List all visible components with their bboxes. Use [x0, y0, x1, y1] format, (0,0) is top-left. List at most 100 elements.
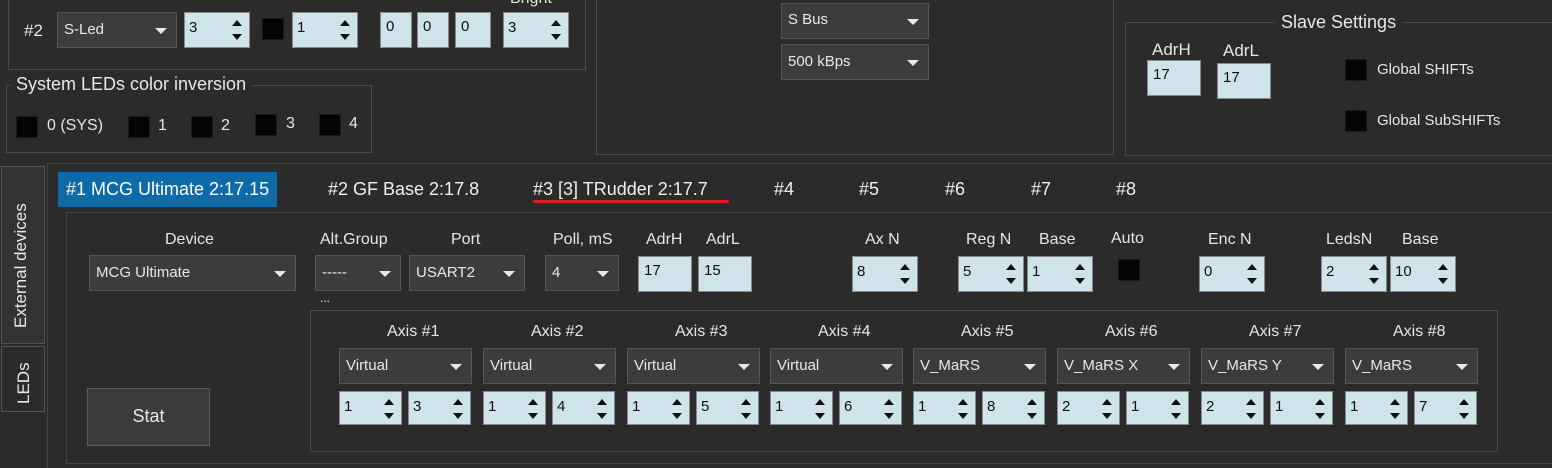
bus-speed-value: 500 kBps	[788, 53, 851, 70]
spin-arrows-icon[interactable]	[1315, 394, 1327, 424]
spin-arrows-icon[interactable]	[1459, 394, 1471, 424]
spin-arrows-icon[interactable]	[1247, 259, 1259, 289]
bus-speed-select[interactable]: 500 kBps	[781, 44, 929, 80]
tab-device-1[interactable]: #1 MCG Ultimate 2:17.15	[58, 172, 278, 207]
sys-led-2-checkbox[interactable]	[191, 116, 213, 138]
spin-arrows-icon[interactable]	[1369, 259, 1381, 289]
axis-6-spin-b[interactable]: 1	[1126, 391, 1189, 425]
tab-device-7[interactable]: #7	[1023, 172, 1059, 207]
led-spin-1[interactable]: 3	[184, 12, 250, 48]
tab-device-4[interactable]: #4	[766, 172, 802, 207]
spin-arrows-icon[interactable]	[1390, 394, 1402, 424]
global-subshifts-checkbox[interactable]	[1345, 110, 1367, 132]
led-field-1[interactable]: 0	[380, 12, 412, 48]
spin-arrows-icon[interactable]	[453, 394, 465, 424]
spin-arrows-icon[interactable]	[1102, 394, 1114, 424]
global-shifts-checkbox[interactable]	[1345, 59, 1367, 81]
port-select[interactable]: USART2	[409, 255, 525, 291]
axis-5-type-value: V_MaRS	[920, 357, 981, 374]
axis-7-spin-a[interactable]: 2	[1201, 391, 1264, 425]
slave-adrl-input[interactable]: 17	[1217, 63, 1271, 99]
spin-arrows-icon[interactable]	[958, 394, 970, 424]
tab-device-6[interactable]: #6	[937, 172, 973, 207]
axis-3-spin-b[interactable]: 5	[696, 391, 759, 425]
sys-led-0-checkbox[interactable]	[16, 116, 38, 138]
tab-device-8[interactable]: #8	[1108, 172, 1144, 207]
leds-base-label: Base	[1402, 231, 1439, 248]
adrh-input[interactable]: 17	[638, 256, 692, 292]
adrl-input[interactable]: 15	[698, 256, 752, 292]
axis-7-type-select[interactable]: V_MaRS Y	[1201, 348, 1334, 384]
spin-arrows-icon[interactable]	[884, 394, 896, 424]
axis-1-type-select[interactable]: Virtual	[339, 348, 472, 384]
axis-1-spin-a-value: 1	[344, 398, 353, 415]
tab-device-5[interactable]: #5	[851, 172, 887, 207]
reg-base-spin[interactable]: 1	[1027, 256, 1093, 292]
spin-arrows-icon[interactable]	[384, 394, 396, 424]
axis-4-spin-a[interactable]: 1	[770, 391, 833, 425]
ledsn-spin[interactable]: 2	[1321, 256, 1387, 292]
led-type-select[interactable]: S-Led	[57, 12, 177, 48]
spin-arrows-icon[interactable]	[1075, 259, 1087, 289]
axis-1-spin-a[interactable]: 1	[339, 391, 402, 425]
spin-arrows-icon[interactable]	[900, 259, 912, 289]
stat-button[interactable]: Stat	[87, 388, 210, 446]
tab-device-2[interactable]: #2 GF Base 2:17.8	[320, 172, 487, 207]
axis-8-type-value: V_MaRS	[1352, 357, 1413, 374]
led-field-3[interactable]: 0	[455, 12, 491, 48]
spin-arrows-icon[interactable]	[1027, 394, 1039, 424]
regn-value: 5	[963, 263, 972, 280]
axis-8-spin-b[interactable]: 7	[1414, 391, 1477, 425]
axis-2-type-select[interactable]: Virtual	[483, 348, 616, 384]
spin-arrows-icon[interactable]	[528, 394, 540, 424]
sys-led-4-checkbox[interactable]	[319, 114, 341, 136]
spin-arrows-icon[interactable]	[815, 394, 827, 424]
leds-base-spin[interactable]: 10	[1390, 256, 1456, 292]
auto-checkbox[interactable]	[1118, 259, 1140, 281]
spin-arrows-icon[interactable]	[672, 394, 684, 424]
sys-led-3-checkbox[interactable]	[255, 114, 277, 136]
axis-2-spin-a[interactable]: 1	[483, 391, 546, 425]
spin-arrows-icon[interactable]	[1171, 394, 1183, 424]
bus-type-select[interactable]: S Bus	[781, 3, 929, 39]
spin-arrows-icon[interactable]	[1438, 259, 1450, 289]
encn-spin[interactable]: 0	[1199, 256, 1265, 292]
axis-5-spin-a[interactable]: 1	[913, 391, 976, 425]
axis-8-type-select[interactable]: V_MaRS	[1345, 348, 1478, 384]
spin-arrows-icon[interactable]	[551, 15, 563, 45]
slave-adrh-input[interactable]: 17	[1147, 60, 1201, 96]
chevron-down-icon	[379, 271, 391, 277]
sys-led-1-checkbox[interactable]	[128, 116, 150, 138]
spin-arrows-icon[interactable]	[1246, 394, 1258, 424]
spin-arrows-icon[interactable]	[741, 394, 753, 424]
side-tab-external-devices[interactable]: External devices	[11, 203, 31, 328]
bright-spin[interactable]: 3	[503, 12, 569, 48]
alt-group-select[interactable]: -----	[315, 255, 401, 291]
axis-7-spin-b[interactable]: 1	[1270, 391, 1333, 425]
axis-4-spin-b[interactable]: 6	[839, 391, 902, 425]
spin-arrows-icon[interactable]	[232, 15, 244, 45]
axis-6-spin-a[interactable]: 2	[1057, 391, 1120, 425]
spin-arrows-icon[interactable]	[1006, 259, 1018, 289]
axis-5-type-select[interactable]: V_MaRS	[913, 348, 1046, 384]
color-swatch[interactable]	[262, 18, 284, 40]
led-field-2[interactable]: 0	[417, 12, 449, 48]
axis-5-spin-b[interactable]: 8	[982, 391, 1045, 425]
chevron-down-icon	[503, 271, 515, 277]
alt-group-ellipsis[interactable]: ...	[320, 291, 330, 305]
axis-6-type-select[interactable]: V_MaRS X	[1057, 348, 1190, 384]
axis-3-spin-a[interactable]: 1	[627, 391, 690, 425]
axis-2-spin-b[interactable]: 4	[552, 391, 615, 425]
side-tab-leds[interactable]: LEDs	[14, 362, 34, 404]
axis-4-type-select[interactable]: Virtual	[770, 348, 903, 384]
axn-spin[interactable]: 8	[852, 256, 918, 292]
regn-spin[interactable]: 5	[958, 256, 1024, 292]
poll-select[interactable]: 4	[545, 255, 619, 291]
spin-arrows-icon[interactable]	[597, 394, 609, 424]
axis-3-type-select[interactable]: Virtual	[627, 348, 760, 384]
led-spin-2[interactable]: 1	[292, 12, 358, 48]
spin-arrows-icon[interactable]	[340, 15, 352, 45]
axis-8-spin-a[interactable]: 1	[1345, 391, 1408, 425]
axis-1-spin-b[interactable]: 3	[408, 391, 471, 425]
device-select[interactable]: MCG Ultimate	[89, 255, 296, 291]
